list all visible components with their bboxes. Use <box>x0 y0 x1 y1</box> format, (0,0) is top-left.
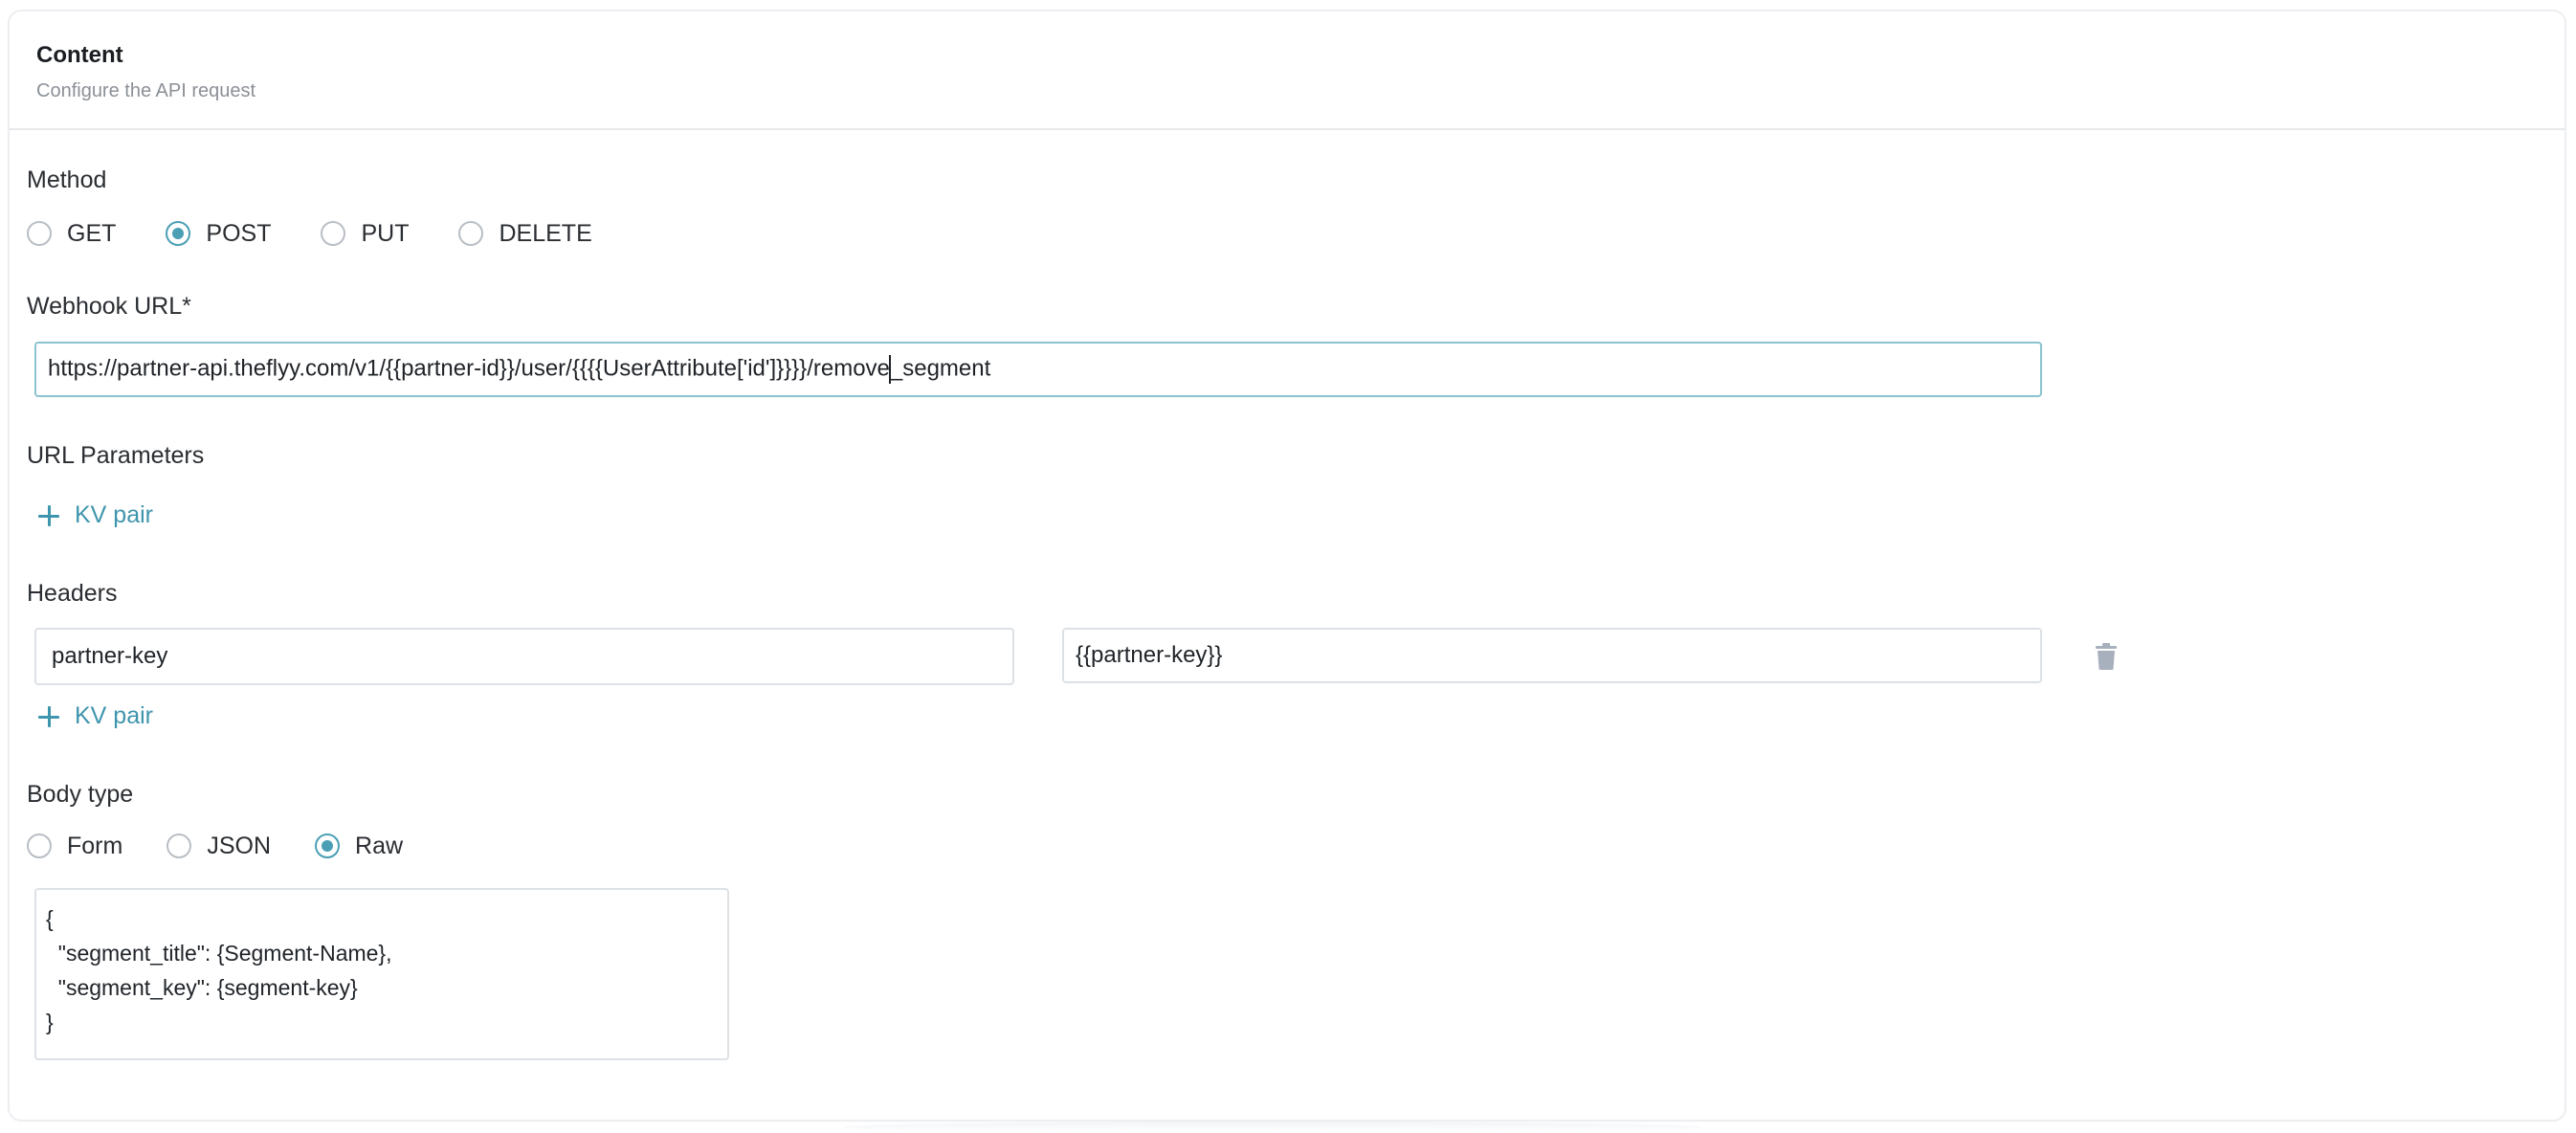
radio-button[interactable] <box>458 221 484 246</box>
card-header: Content Configure the API request <box>10 11 2565 130</box>
method-option-label: POST <box>206 219 272 247</box>
header-value-input[interactable]: {{partner-key}} <box>1062 628 2042 683</box>
radio-button[interactable] <box>167 833 192 858</box>
body-type-option-form[interactable]: Form <box>27 833 122 860</box>
body-type-option-label: Raw <box>355 832 404 859</box>
method-option-put[interactable]: PUT <box>321 220 409 248</box>
webhook-url-input[interactable]: https://partner-api.theflyy.com/v1/{{par… <box>34 342 2042 397</box>
method-option-delete[interactable]: DELETE <box>458 219 592 248</box>
method-radio-group: GET POST PUT DELETE <box>27 216 633 251</box>
add-kv-label: KV pair <box>75 501 153 528</box>
radio-button[interactable] <box>27 221 52 246</box>
method-option-label: PUT <box>361 219 410 247</box>
body-type-option-label: Form <box>67 832 123 859</box>
method-option-get[interactable]: GET <box>27 220 116 248</box>
method-option-label: DELETE <box>499 219 592 247</box>
trash-icon[interactable] <box>2096 643 2117 670</box>
body-type-label: Body type <box>27 781 134 808</box>
url-parameters-label: URL Parameters <box>27 442 205 469</box>
body-type-option-json[interactable]: JSON <box>167 833 271 860</box>
radio-button-checked[interactable] <box>315 833 341 858</box>
card-title: Content <box>36 42 123 68</box>
radio-button-checked[interactable] <box>166 221 191 246</box>
plus-icon <box>38 705 59 727</box>
method-option-label: GET <box>67 219 117 247</box>
header-key-value: partner-key <box>52 643 168 669</box>
body-type-radio-group: Form JSON Raw <box>27 829 443 863</box>
bottom-shadow <box>842 1122 1703 1133</box>
radio-button[interactable] <box>27 833 52 858</box>
raw-body-textarea[interactable]: { "segment_title": {Segment-Name}, "segm… <box>34 888 729 1060</box>
method-option-post[interactable]: POST <box>166 220 271 248</box>
headers-label: Headers <box>27 580 118 607</box>
body-type-option-raw[interactable]: Raw <box>315 833 403 860</box>
add-header-button[interactable]: KV pair <box>38 702 153 730</box>
card-subtitle: Configure the API request <box>36 80 256 101</box>
header-value-value: {{partner-key}} <box>1076 642 1223 668</box>
body-type-option-label: JSON <box>207 832 272 859</box>
radio-button[interactable] <box>321 221 346 246</box>
webhook-url-label: Webhook URL* <box>27 293 191 320</box>
header-key-input[interactable]: partner-key <box>34 628 1014 685</box>
webhook-url-value: https://partner-api.theflyy.com/v1/{{par… <box>48 355 990 384</box>
plus-icon <box>38 504 59 526</box>
add-url-param-button[interactable]: KV pair <box>38 501 153 529</box>
method-label: Method <box>27 167 107 193</box>
add-kv-label: KV pair <box>75 702 153 729</box>
